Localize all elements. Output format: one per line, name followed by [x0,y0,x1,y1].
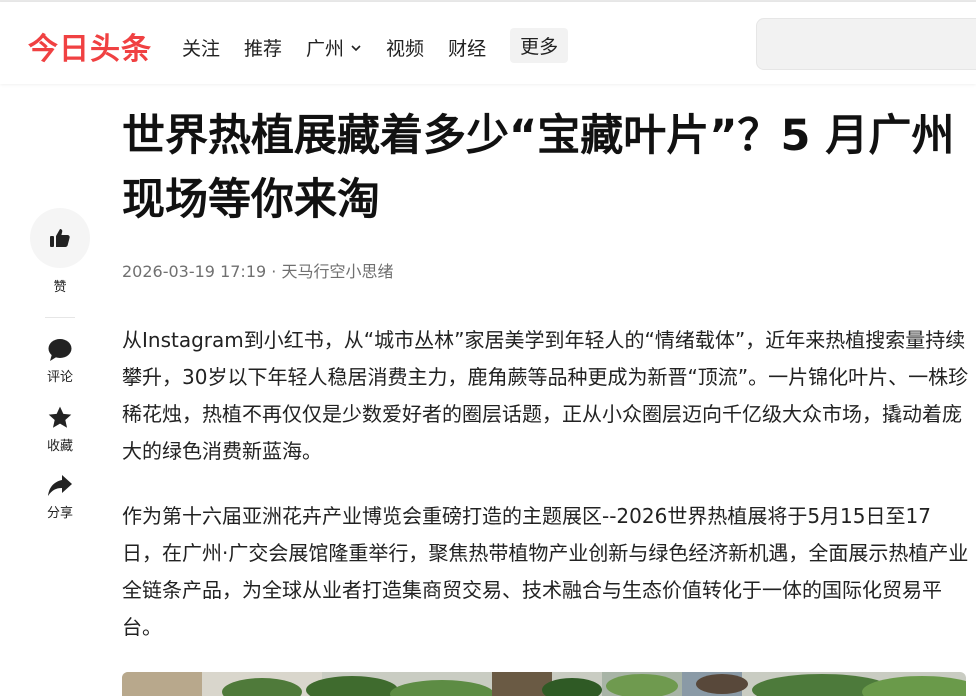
article-image [122,672,966,696]
nav-item-city[interactable]: 广州 [306,34,362,61]
comment-button[interactable]: 评论 [47,338,73,385]
publish-date: 2026-03-19 17:19 [122,262,267,281]
nav-more-button[interactable]: 更多 [510,28,569,63]
thumbs-up-icon [50,229,70,247]
plant-photo-graphic [122,672,966,696]
top-header: 今日头条 关注 推荐 广州 视频 财经 更多 [0,2,976,84]
author-name[interactable]: 天马行空小思绪 [281,262,393,281]
article-meta: 2026-03-19 17:19 · 天马行空小思绪 [122,258,393,282]
star-icon [48,406,72,428]
like-label: 赞 [53,280,67,295]
share-icon [47,475,72,496]
comment-icon [48,339,72,361]
search-box[interactable] [756,18,976,70]
collect-button[interactable]: 收藏 [47,405,73,454]
share-button[interactable]: 分享 [47,474,73,521]
nav-item-recommend[interactable]: 推荐 [244,34,282,61]
nav-item-video[interactable]: 视频 [386,34,424,61]
chevron-down-icon [351,44,361,51]
nav-item-follow[interactable]: 关注 [182,34,220,61]
share-label: 分享 [46,506,73,521]
site-logo[interactable]: 今日头条 [28,24,152,68]
nav-city-label: 广州 [306,38,345,60]
main-nav: 关注 推荐 广州 视频 财经 更多 [182,28,569,63]
article-paragraph: 从Instagram到小红书，从“城市丛林”家居美学到年轻人的“情绪载体”，近年… [122,328,969,463]
like-button[interactable] [30,208,90,268]
comment-label: 评论 [46,370,73,385]
article-action-bar: 赞 评论 收藏 分享 [30,208,90,541]
article-paragraph: 作为第十六届亚洲花卉产业博览会重磅打造的主题展区--2026世界热植展将于5月1… [122,504,969,639]
sidebar-divider [45,317,75,318]
meta-separator: · [271,262,282,281]
nav-item-finance[interactable]: 财经 [448,34,486,61]
collect-label: 收藏 [46,439,73,454]
article-title: 世界热植展藏着多少“宝藏叶片”？5 月广州现场等你来淘 [122,111,955,225]
